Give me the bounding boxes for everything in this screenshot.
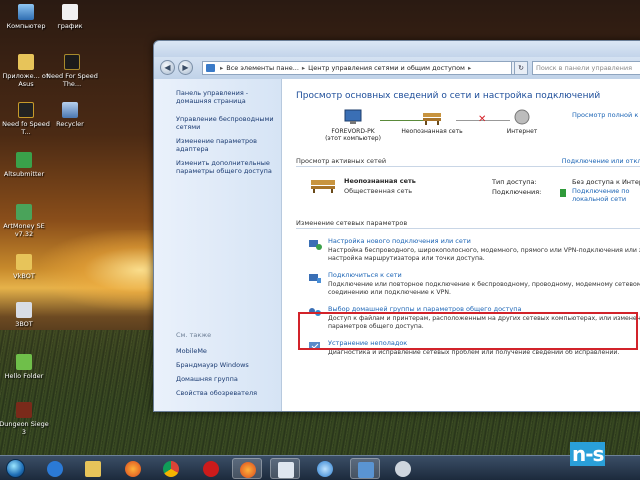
taskbar-explorer[interactable] — [78, 458, 108, 479]
active-networks-header: Просмотр активных сетей Подключение или … — [296, 157, 640, 167]
taskbar-opera[interactable] — [196, 458, 226, 479]
start-button[interactable] — [6, 459, 25, 478]
sidebar-link-wireless[interactable]: Управление беспроводными сетями — [176, 115, 281, 131]
desktop-icon-3bot[interactable]: 3BOT — [0, 302, 50, 328]
page-title: Просмотр основных сведений о сети и наст… — [296, 91, 601, 101]
folder-icon — [18, 54, 34, 70]
node-computer: FOREVORD-PK (этот компьютер) — [318, 109, 388, 142]
control-panel-icon — [206, 64, 215, 72]
taskbar-control-panel[interactable] — [350, 458, 380, 479]
highlight-box — [298, 312, 638, 350]
see-also-heading: См. также — [176, 331, 212, 339]
desktop-icon-nfs-the-run[interactable]: Need For Speed The... — [46, 54, 98, 88]
desktop-icon-hello-folder[interactable]: Hello Folder — [0, 354, 50, 380]
desktop-icon-asus-apps[interactable]: Приложе... от Asus — [0, 54, 52, 88]
opera-icon — [203, 461, 219, 477]
watermark-logo: n-s — [570, 442, 606, 466]
app-icon — [16, 204, 32, 220]
taskbar-chrome[interactable] — [156, 458, 186, 479]
taskbar-itunes[interactable] — [310, 458, 340, 479]
task-connect-link[interactable]: Подключиться к сети — [328, 271, 640, 279]
network-properties-labels: Тип доступа: Подключения: — [492, 178, 542, 196]
change-settings-header: Изменение сетевых параметров — [296, 219, 640, 229]
search-input[interactable]: Поиск в панели управления — [532, 61, 640, 75]
desktop-icon-artmoney[interactable]: ArtMoney SE v7.32 — [0, 204, 50, 238]
connect-network-icon — [309, 274, 321, 283]
bench-icon — [311, 180, 335, 193]
network-properties-values: Без доступа к Интер Подключение по локал… — [572, 177, 640, 203]
computer-icon — [18, 4, 34, 20]
desktop-icon-vkbot[interactable]: VkBOT — [0, 254, 50, 280]
network-name: Неопознанная сеть — [344, 177, 416, 185]
sidebar-link-sharing[interactable]: Изменить дополнительные параметры общего… — [176, 159, 281, 175]
game-icon — [18, 102, 34, 118]
see-also-list: MobileMe Брандмауэр Windows Домашняя гру… — [176, 347, 257, 403]
breadcrumb-arrow-icon: ▸ — [301, 64, 306, 72]
breadcrumb-all-items[interactable]: Все элементы пане... — [226, 64, 299, 72]
see-also-mobileme[interactable]: MobileMe — [176, 347, 257, 355]
task-new-connection: Настройка нового подключения или сети На… — [296, 237, 640, 263]
breadcrumb-network-center[interactable]: Центр управления сетями и общим доступом — [308, 64, 465, 72]
taskbar-paint[interactable] — [388, 458, 418, 479]
see-also-homegroup[interactable]: Домашняя группа — [176, 375, 257, 383]
computer-icon — [344, 109, 362, 124]
network-map: FOREVORD-PK (этот компьютер) Неопознанна… — [296, 109, 640, 155]
app-icon — [16, 152, 32, 168]
itunes-icon — [317, 461, 333, 477]
recycle-bin-icon — [62, 102, 78, 118]
window-content: Панель управления - домашняя страница Уп… — [154, 79, 640, 411]
lan-connection-link[interactable]: Подключение по локальной сети — [572, 187, 640, 203]
back-button[interactable]: ◀ — [160, 60, 175, 75]
network-type-link[interactable]: Общественная сеть — [344, 187, 412, 195]
document-icon — [62, 4, 78, 20]
see-also-firewall[interactable]: Брандмауэр Windows — [176, 361, 257, 369]
address-bar: ◀ ▶ ▸ Все элементы пане... ▸ Центр управ… — [154, 57, 640, 79]
paint-icon — [395, 461, 411, 477]
folder-icon — [16, 254, 32, 270]
game-icon — [64, 54, 80, 70]
window-titlebar[interactable] — [154, 41, 640, 57]
breadcrumb-arrow-icon: ▸ — [220, 64, 224, 72]
main-panel: Просмотр основных сведений о сети и наст… — [282, 79, 640, 411]
lan-icon — [560, 189, 566, 197]
globe-icon — [514, 109, 530, 125]
sidebar-link-adapter[interactable]: Изменение параметров адаптера — [176, 137, 281, 153]
folder-icon — [85, 461, 101, 477]
taskbar-ie[interactable] — [40, 458, 70, 479]
chrome-icon — [163, 461, 179, 477]
desktop-icon-grafik[interactable]: график — [44, 4, 96, 30]
firefox-icon — [125, 461, 141, 477]
desktop-icon-altsubmitter[interactable]: Altsubmitter — [0, 152, 50, 178]
bench-icon — [423, 113, 441, 125]
new-connection-icon — [309, 240, 322, 250]
no-connection-icon: ✕ — [478, 114, 487, 125]
desktop-icon-dungeon-siege[interactable]: Dungeon Siege 3 — [0, 402, 50, 436]
desktop-icon-recycler[interactable]: Recycler — [44, 102, 96, 128]
sidebar: Панель управления - домашняя страница Уп… — [154, 79, 282, 411]
active-network: Неопознанная сеть Общественная сеть Тип … — [296, 167, 640, 217]
node-internet: Интернет — [492, 109, 552, 135]
app-icon — [16, 354, 32, 370]
taskbar — [0, 455, 640, 480]
connect-disconnect-link[interactable]: Подключение или отклю — [562, 157, 640, 165]
node-network: Неопознанная сеть — [400, 109, 464, 135]
refresh-button[interactable]: ↻ — [514, 61, 528, 75]
network-icon — [358, 462, 374, 478]
firefox-icon — [240, 462, 256, 478]
network-center-window: ◀ ▶ ▸ Все элементы пане... ▸ Центр управ… — [153, 40, 640, 412]
task-new-connection-link[interactable]: Настройка нового подключения или сети — [328, 237, 640, 245]
task-connect: Подключиться к сети Подключение или повт… — [296, 271, 640, 297]
taskbar-app[interactable] — [270, 458, 300, 479]
see-also-internet-options[interactable]: Свойства обозревателя — [176, 389, 257, 397]
taskbar-firefox-active[interactable] — [232, 458, 262, 479]
app-icon — [16, 302, 32, 318]
breadcrumb-arrow-icon: ▸ — [467, 64, 472, 72]
taskbar-firefox[interactable] — [118, 458, 148, 479]
document-icon — [278, 462, 294, 478]
sidebar-link-home[interactable]: Панель управления - домашняя страница — [176, 89, 281, 105]
game-icon — [16, 402, 32, 418]
forward-button[interactable]: ▶ — [178, 60, 193, 75]
internet-explorer-icon — [47, 461, 63, 477]
address-field[interactable]: ▸ Все элементы пане... ▸ Центр управлени… — [202, 61, 527, 75]
